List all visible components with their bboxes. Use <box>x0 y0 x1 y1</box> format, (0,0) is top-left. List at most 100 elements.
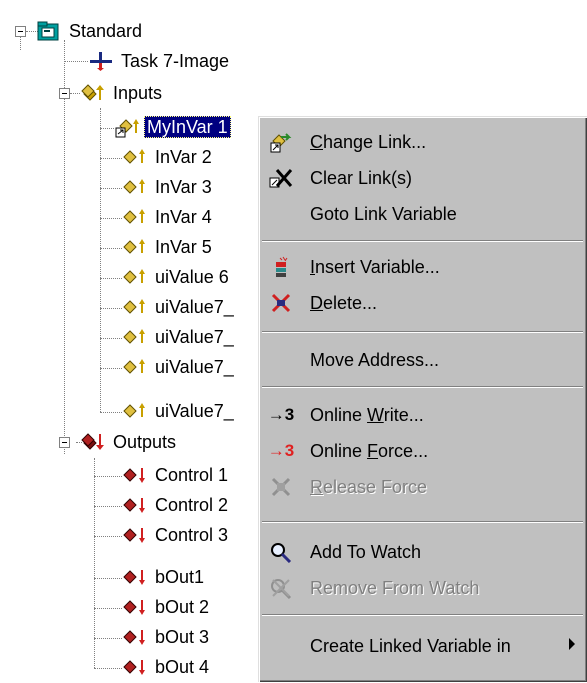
tree-node-label: InVar 3 <box>155 177 212 197</box>
linked-input-variable-icon <box>114 116 140 138</box>
menu-item-add-to-watch[interactable]: Add To Watch <box>262 534 583 570</box>
input-variable-icon <box>122 326 148 348</box>
input-variable-icon <box>122 296 148 318</box>
input-variable-icon <box>122 236 148 258</box>
insert-variable-icon <box>268 255 294 279</box>
magnifier-icon <box>268 540 294 564</box>
menu-item-label: Create Linked Variable in <box>310 636 511 656</box>
tree-node-output-var[interactable]: Control 2 <box>122 492 231 518</box>
output-variable-icon <box>122 656 148 678</box>
menu-item-release-force[interactable]: Release Force <box>262 469 583 505</box>
menu-item-clear-links[interactable]: Clear Link(s) <box>262 160 583 196</box>
menu-item-label: Insert Variable... <box>310 257 440 277</box>
tree-node-label: Standard <box>69 21 143 41</box>
tree-node-output-var[interactable]: bOut1 <box>122 564 207 590</box>
tree-node-input-var[interactable]: uiValue 6 <box>122 264 232 290</box>
tree-node-label: InVar 2 <box>155 147 212 167</box>
menu-separator <box>262 521 583 523</box>
project-folder-icon <box>36 20 62 42</box>
menu-item-online-force[interactable]: →3 Online Force... <box>262 433 583 469</box>
tree-node-label: Task 7-Image <box>121 51 230 71</box>
tree-node-input-var[interactable]: InVar 5 <box>122 234 215 260</box>
tree-node-label: Control 1 <box>155 465 229 485</box>
menu-item-label: Goto Link Variable <box>310 204 457 224</box>
input-variable-icon <box>122 400 148 422</box>
menu-item-label: Change Link... <box>310 132 427 152</box>
submenu-arrow-icon <box>569 638 575 650</box>
tree-node-label: uiValue7_ <box>155 401 234 421</box>
menu-item-label: Delete... <box>310 293 378 313</box>
tree-node-input-var[interactable]: InVar 2 <box>122 144 215 170</box>
tree-node-label: bOut 2 <box>155 597 210 617</box>
tree-node-outputs[interactable]: Outputs <box>80 429 179 455</box>
output-variable-icon <box>122 494 148 516</box>
menu-item-goto-link-variable[interactable]: Goto Link Variable <box>262 196 583 232</box>
context-menu: Change Link... Clear Link(s) Goto Link V… <box>258 116 587 682</box>
tree-node-label: bOut 3 <box>155 627 210 647</box>
menu-item-label: Online Write... <box>310 405 424 425</box>
task-image-icon <box>88 50 114 72</box>
tree-node-output-var[interactable]: bOut 4 <box>122 654 212 680</box>
tree-node-output-var[interactable]: bOut 3 <box>122 624 212 650</box>
tree-node-inputs[interactable]: Inputs <box>80 80 165 106</box>
output-variable-icon <box>122 566 148 588</box>
root-collapse-toggle[interactable] <box>15 26 26 37</box>
menu-item-label: Release Force <box>310 477 428 497</box>
menu-item-online-write[interactable]: →3 Online Write... <box>262 397 583 433</box>
tree-node-label: bOut1 <box>155 567 205 587</box>
menu-item-label: Clear Link(s) <box>310 168 413 188</box>
menu-separator <box>262 614 583 616</box>
menu-item-label: Online Force... <box>310 441 429 461</box>
menu-separator <box>262 240 583 242</box>
online-write-icon: →3 <box>267 405 295 424</box>
inputs-folder-icon <box>80 82 106 104</box>
clear-link-icon <box>268 166 294 190</box>
tree-node-input-var[interactable]: uiValue7_ <box>122 294 237 320</box>
tree-node-input-var[interactable]: InVar 4 <box>122 204 215 230</box>
menu-separator <box>262 331 583 333</box>
remove-watch-icon <box>268 576 294 600</box>
tree-node-label: InVar 4 <box>155 207 212 227</box>
change-link-icon <box>268 130 294 154</box>
menu-item-remove-from-watch[interactable]: Remove From Watch <box>262 570 583 606</box>
outputs-collapse-toggle[interactable] <box>59 437 70 448</box>
tree-node-label: Outputs <box>113 432 177 452</box>
tree-node-label: bOut 4 <box>155 657 210 677</box>
tree-node-label: Inputs <box>113 83 163 103</box>
output-variable-icon <box>122 596 148 618</box>
tree-node-output-var[interactable]: Control 1 <box>122 462 231 488</box>
output-variable-icon <box>122 524 148 546</box>
tree-node-input-var[interactable]: uiValue7_ <box>122 398 237 424</box>
menu-item-move-address[interactable]: Move Address... <box>262 342 583 378</box>
menu-separator <box>262 386 583 388</box>
tree-node-input-var[interactable]: uiValue7_ <box>122 354 237 380</box>
menu-item-label: Remove From Watch <box>310 578 480 598</box>
tree-node-label: Control 3 <box>155 525 229 545</box>
menu-item-create-linked-variable[interactable]: Create Linked Variable in <box>262 628 583 664</box>
tree-node-input-var[interactable]: InVar 3 <box>122 174 215 200</box>
menu-item-label: Add To Watch <box>310 542 422 562</box>
inputs-collapse-toggle[interactable] <box>59 88 70 99</box>
outputs-folder-icon <box>80 431 106 453</box>
tree-node-label: uiValue7_ <box>155 357 234 377</box>
tree-node-input-var[interactable]: uiValue7_ <box>122 324 237 350</box>
tree-node-label: uiValue 6 <box>155 267 229 287</box>
tree-node-output-var[interactable]: Control 3 <box>122 522 231 548</box>
release-force-icon <box>268 475 294 499</box>
menu-item-label: Move Address... <box>310 350 440 370</box>
menu-item-insert-variable[interactable]: Insert Variable... <box>262 249 583 285</box>
tree-node-input-var[interactable]: MyInVar 1 <box>114 114 231 140</box>
menu-item-change-link[interactable]: Change Link... <box>262 124 583 160</box>
output-variable-icon <box>122 464 148 486</box>
input-variable-icon <box>122 356 148 378</box>
tree-node-label: uiValue7_ <box>155 327 234 347</box>
tree-node-label: MyInVar 1 <box>144 116 231 138</box>
input-variable-icon <box>122 266 148 288</box>
online-force-icon: →3 <box>267 441 295 460</box>
output-variable-icon <box>122 626 148 648</box>
tree-node-output-var[interactable]: bOut 2 <box>122 594 212 620</box>
menu-item-delete[interactable]: Delete... <box>262 285 583 321</box>
tree-node-standard[interactable]: Standard <box>36 18 145 44</box>
tree-node-task[interactable]: Task 7-Image <box>88 48 232 74</box>
input-variable-icon <box>122 176 148 198</box>
